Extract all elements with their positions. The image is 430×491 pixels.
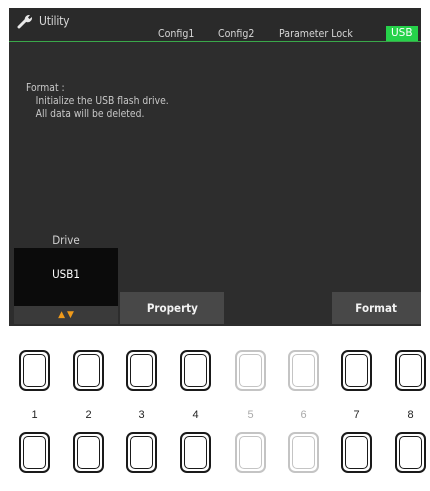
upper-button-2[interactable] [73, 350, 104, 391]
format-button-label: Format [355, 301, 398, 315]
tab-usb[interactable]: USB [386, 26, 418, 41]
lower-button-8[interactable] [395, 432, 426, 473]
button-number-1: 1 [31, 409, 38, 421]
app-title: Utility [17, 13, 70, 29]
button-number-5: 5 [247, 409, 254, 421]
wrench-icon [17, 15, 32, 29]
property-button[interactable]: Property [120, 292, 224, 324]
title-bar: Utility Config1 Config2 Parameter Lock U… [9, 8, 421, 42]
drive-label: Drive [52, 233, 80, 247]
display-screen: Utility Config1 Config2 Parameter Lock U… [9, 8, 421, 326]
drive-arrows[interactable]: ▲ ▼ [14, 306, 118, 324]
message-line-2: All data will be deleted. [35, 108, 145, 120]
drive-value[interactable]: USB1 [19, 265, 113, 283]
upper-button-5[interactable] [235, 350, 266, 391]
tab-config1[interactable]: Config1 [158, 26, 194, 41]
button-number-6: 6 [300, 409, 307, 421]
arrow-down-icon[interactable]: ▼ [67, 310, 74, 320]
upper-button-3[interactable] [126, 350, 157, 391]
tab-parameter-lock[interactable]: Parameter Lock [279, 26, 353, 41]
upper-button-8[interactable] [395, 350, 426, 391]
lower-button-5[interactable] [235, 432, 266, 473]
tab-config2[interactable]: Config2 [218, 26, 254, 41]
lower-button-6[interactable] [288, 432, 319, 473]
lower-button-7[interactable] [341, 432, 372, 473]
arrow-up-icon[interactable]: ▲ [58, 310, 65, 320]
format-message: Format : Initialize the USB flash drive.… [26, 82, 169, 121]
message-line-1: Initialize the USB flash drive. [35, 95, 169, 107]
property-button-label: Property [146, 301, 198, 315]
button-number-2: 2 [85, 409, 92, 421]
lower-button-2[interactable] [73, 432, 104, 473]
app-title-label: Utility [39, 14, 70, 28]
lower-button-4[interactable] [180, 432, 211, 473]
drive-selector[interactable]: USB1 [14, 248, 118, 306]
upper-button-4[interactable] [180, 350, 211, 391]
button-number-8: 8 [407, 409, 414, 421]
upper-button-6[interactable] [288, 350, 319, 391]
lower-button-1[interactable] [19, 432, 50, 473]
lower-button-3[interactable] [126, 432, 157, 473]
button-number-4: 4 [192, 409, 199, 421]
button-number-3: 3 [138, 409, 145, 421]
message-heading: Format : [26, 82, 65, 94]
upper-button-1[interactable] [19, 350, 50, 391]
button-number-7: 7 [353, 409, 360, 421]
upper-button-7[interactable] [341, 350, 372, 391]
format-button[interactable]: Format [332, 292, 421, 324]
